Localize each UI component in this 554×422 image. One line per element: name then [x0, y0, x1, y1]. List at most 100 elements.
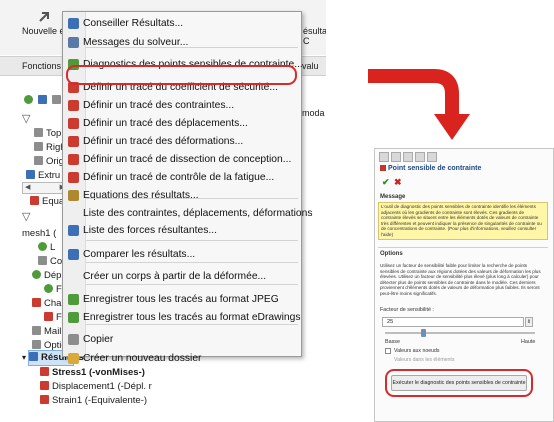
plot-icon [68, 118, 79, 129]
tab-evaluate[interactable]: valu [302, 61, 319, 71]
menu-item-label: Définir un tracé de contrôle de la fatig… [83, 172, 275, 183]
tree-item-l[interactable]: L [38, 242, 55, 253]
menu-item-label: Définir un tracé des déplacements... [83, 118, 248, 129]
displacement-plot-icon [40, 381, 49, 390]
feature-manager-icon[interactable] [24, 95, 33, 104]
ok-button[interactable]: ✔ [382, 177, 390, 188]
results-context-menu: Conseiller Résultats... Messages du solve… [62, 11, 313, 364]
new-study-icon [39, 12, 49, 22]
tree-item-displacement[interactable]: Displacement1 (-Dépl. r [40, 381, 152, 392]
tree-item-extrude[interactable]: Extru [26, 170, 60, 181]
menu-item-7[interactable]: Définir un tracé de dissection de concep… [63, 150, 301, 168]
tree-item-force[interactable]: F [44, 312, 62, 323]
scroll-left-icon[interactable]: ◀ [25, 183, 30, 191]
nodal-values-checkbox[interactable] [385, 348, 391, 354]
menu-item-11[interactable]: Liste des forces résultantes... [63, 221, 301, 239]
origin-icon [34, 156, 43, 165]
advisor-icon [68, 18, 79, 29]
stress-plot-icon [40, 367, 49, 376]
menu-item-13[interactable]: Créer un corps à partir de la déformée..… [63, 267, 301, 285]
tree-item-strain[interactable]: Strain1 (-Equivalente-) [40, 395, 147, 406]
copy-icon [68, 334, 79, 345]
collapse-arrow-icon[interactable]: ▾ [22, 353, 26, 362]
menu-item-label: Enregistrer tous les tracés au format eD… [83, 312, 301, 323]
menu-item-5[interactable]: Définir un tracé des déplacements... [63, 114, 301, 132]
load-icon [32, 298, 41, 307]
sensitivity-slider-thumb[interactable] [420, 329, 426, 337]
config-tab-icon[interactable] [403, 152, 413, 162]
filter-icon[interactable]: ▽ [22, 210, 30, 223]
message-header: Message [380, 194, 406, 200]
menu-item-label: Copier [83, 334, 114, 345]
menu-item-label: Définir un tracé des contraintes... [83, 100, 235, 111]
tree-item-fixed[interactable]: F [44, 284, 62, 295]
menu-item-16[interactable]: Copier [63, 330, 301, 348]
tab-features[interactable]: Fonctions [22, 61, 61, 71]
menu-item-8[interactable]: Définir un tracé de contrôle de la fatig… [63, 168, 301, 186]
menu-separator [86, 240, 298, 241]
strain-plot-icon [40, 395, 49, 404]
sensitivity-label: Facteur de sensibilité : [380, 307, 434, 313]
menu-item-0[interactable]: Conseiller Résultats... [63, 14, 301, 32]
menu-item-label: Liste des contraintes, déplacements, déf… [83, 208, 313, 219]
simulation-tab-icon[interactable] [427, 152, 437, 162]
plot-icon [68, 154, 79, 165]
tree-item-fixtures[interactable]: Dépl [32, 270, 64, 281]
menu-item-label: Définir un tracé des déformations... [83, 136, 244, 147]
filter-icon[interactable]: ▽ [22, 112, 30, 125]
plane-icon [34, 142, 43, 151]
run-diagnostics-button[interactable]: Exécuter le diagnostic des points sensib… [391, 375, 527, 391]
display-tab-icon[interactable] [415, 152, 425, 162]
element-values-label: Valeurs dans les éléments [394, 357, 455, 363]
tree-item-stress[interactable]: Stress1 (-vonMises-) [40, 367, 145, 378]
hotspot-property-panel: Point sensible de contrainte ✔ ✖ Message… [374, 148, 554, 422]
folder-icon [68, 353, 79, 364]
new-study-button[interactable] [24, 10, 64, 27]
feature-tab-icon[interactable] [379, 152, 389, 162]
menu-separator [86, 47, 298, 48]
save-icon [68, 294, 79, 305]
slider-low-label: Basse [385, 339, 400, 345]
menu-item-6[interactable]: Définir un tracé des déformations... [63, 132, 301, 150]
extrude-icon [26, 170, 35, 179]
save-icon [68, 312, 79, 323]
equations-icon [30, 196, 39, 205]
red-arrow-icon [368, 69, 470, 140]
highlight-hotspot-item [66, 65, 297, 85]
property-manager-icon[interactable] [38, 95, 47, 104]
options-icon [32, 340, 41, 349]
menu-item-10[interactable]: Liste des contraintes, déplacements, déf… [63, 204, 313, 222]
menu-separator [86, 324, 298, 325]
equations-icon [68, 190, 79, 201]
part-icon [38, 242, 47, 251]
tree-item-mesh[interactable]: mesh1 ( [22, 228, 56, 239]
menu-item-17[interactable]: Créer un nouveau dossier [63, 349, 301, 367]
plane-icon [34, 128, 43, 137]
tree-item-top[interactable]: Top [34, 128, 61, 139]
menu-item-9[interactable]: Equations des résultats... [63, 186, 301, 204]
nodal-values-label: Valeurs aux noeuds [394, 348, 440, 354]
fixed-icon [44, 284, 53, 293]
menu-separator [86, 198, 298, 199]
ribbon-results-label: ésultats C [303, 26, 326, 46]
menu-item-label: Liste des forces résultantes... [83, 225, 217, 236]
menu-item-12[interactable]: Comparer les résultats... [63, 245, 301, 263]
panel-title: Point sensible de contrainte [380, 165, 481, 172]
config-manager-icon[interactable] [52, 95, 61, 104]
plot-icon [68, 172, 79, 183]
tree-item-right[interactable]: Righ [34, 142, 66, 153]
sensitivity-input[interactable]: 25 [382, 317, 524, 327]
menu-item-14[interactable]: Enregistrer tous les tracés au format JP… [63, 290, 301, 308]
menu-item-1[interactable]: Messages du solveur... [63, 33, 301, 51]
property-tab-icon[interactable] [391, 152, 401, 162]
menu-item-label: Conseiller Résultats... [83, 18, 184, 29]
menu-item-4[interactable]: Définir un tracé des contraintes... [63, 96, 301, 114]
options-header: Options [380, 251, 403, 257]
manager-tabs [22, 93, 67, 107]
slider-high-label: Haute [521, 339, 536, 345]
new-study-label: Nouvelle ét [22, 26, 68, 36]
cancel-button[interactable]: ✖ [394, 177, 402, 188]
sensitivity-spinner[interactable]: ⇕ [525, 317, 533, 327]
sensitivity-slider-track[interactable] [385, 332, 535, 334]
tree-item-mesh-node[interactable]: Maill [32, 326, 64, 337]
